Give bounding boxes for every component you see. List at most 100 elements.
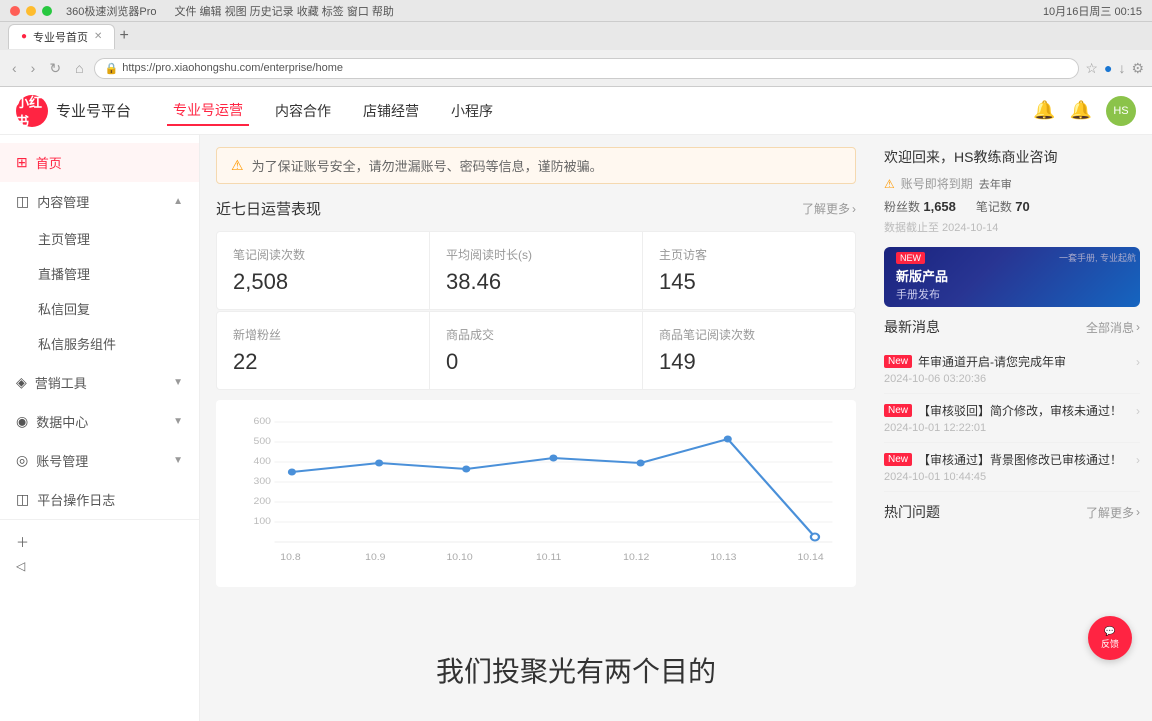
news-item-date-1: 2024-10-01 12:22:01: [884, 422, 1140, 434]
performance-more-link[interactable]: 了解更多 ›: [802, 200, 856, 217]
address-bar[interactable]: 🔒 https://pro.xiaohongshu.com/enterprise…: [94, 58, 1080, 79]
news-item-2[interactable]: New 【审核通过】背景图修改已审核通过！ › 2024-10-01 10:44…: [884, 443, 1140, 492]
sidebar-subitem-dm-service[interactable]: 私信服务组件: [0, 326, 199, 361]
feedback-label: 反馈: [1101, 637, 1119, 650]
stats-label-1: 平均阅读时长(s): [446, 246, 626, 263]
news-item-header-0: New 年审通道开启-请您完成年审 ›: [884, 353, 1140, 370]
content-icon: ◫: [16, 193, 29, 210]
bell-icon[interactable]: 🔔: [1033, 100, 1055, 121]
nav-item-operations[interactable]: 专业号运营: [167, 96, 249, 126]
avatar[interactable]: HS: [1106, 96, 1136, 126]
sidebar-log-label: 平台操作日志: [37, 490, 115, 509]
warning-banner: ⚠ 为了保证账号安全，请勿泄漏账号、密码等信息，谨防被骗。: [216, 147, 856, 184]
stats-card-5: 商品笔记阅读次数 149: [643, 312, 855, 389]
fans-value: 1,658: [923, 199, 956, 214]
logo-area: 小红书 专业号平台: [16, 95, 131, 127]
svg-text:100: 100: [254, 517, 272, 527]
new-tab-button[interactable]: +: [119, 27, 128, 45]
minimize-dot[interactable]: [26, 6, 36, 16]
news-item-arrow-2: ›: [1136, 453, 1140, 467]
nav-item-content[interactable]: 内容合作: [269, 97, 337, 125]
download-icon[interactable]: ↓: [1118, 60, 1125, 76]
home-button[interactable]: ⌂: [71, 58, 87, 78]
data-date: 数据截止至 2024-10-14: [884, 219, 1140, 235]
hot-title: 热门问题: [884, 502, 940, 522]
stats-label-5: 商品笔记阅读次数: [659, 326, 839, 343]
sidebar-home-label: 首页: [36, 153, 62, 172]
renew-link[interactable]: 去年审: [979, 176, 1012, 192]
stats-label-0: 笔记阅读次数: [233, 246, 413, 263]
stats-card-2: 主页访客 145: [643, 232, 855, 309]
stats-value-1: 38.46: [446, 269, 626, 295]
lock-icon: 🔒: [105, 62, 119, 75]
sidebar-data-label: 数据中心: [36, 412, 88, 431]
data-icon: ◉: [16, 413, 28, 430]
sidebar-subitem-dm[interactable]: 私信回复: [0, 291, 199, 326]
collapse-icon: ◁: [16, 559, 25, 573]
sidebar-item-marketing[interactable]: ◈ 营销工具 ▼: [0, 363, 199, 402]
news-item-0[interactable]: New 年审通道开启-请您完成年审 › 2024-10-06 03:20:36: [884, 345, 1140, 394]
browser-name: 360极速浏览器Pro: [66, 3, 156, 19]
news-item-title-0: 年审通道开启-请您完成年审: [918, 353, 1130, 370]
news-item-1[interactable]: New 【审核驳回】简介修改，审核未通过！ › 2024-10-01 12:22…: [884, 394, 1140, 443]
stats-card-3: 新增粉丝 22: [217, 312, 429, 389]
svg-text:10.14: 10.14: [798, 553, 825, 563]
sidebar-item-account[interactable]: ◎ 账号管理 ▼: [0, 441, 199, 480]
refresh-button[interactable]: ↻: [45, 58, 65, 79]
close-dot[interactable]: [10, 6, 20, 16]
notification-icon[interactable]: 🔔: [1070, 100, 1092, 121]
svg-text:600: 600: [254, 417, 272, 427]
collapse-button[interactable]: ◁: [16, 559, 183, 573]
sidebar-account-label: 账号管理: [36, 451, 88, 470]
chart-area: 600 500 400 300 200 100: [216, 400, 856, 587]
app-container: 小红书 专业号平台 专业号运营 内容合作 店铺经营 小程序 🔔 🔔 HS ⊞ 首…: [0, 87, 1152, 721]
news-arrow-icon: ›: [1136, 320, 1140, 334]
news-title: 最新消息: [884, 317, 940, 337]
feedback-button[interactable]: 💬 反馈: [1088, 616, 1132, 660]
news-item-arrow-1: ›: [1136, 404, 1140, 418]
stats-card-1: 平均阅读时长(s) 38.46: [430, 232, 642, 309]
news-all-link[interactable]: 全部消息 ›: [1086, 319, 1140, 336]
news-item-date-2: 2024-10-01 10:44:45: [884, 471, 1140, 483]
sidebar-marketing-label: 营销工具: [35, 373, 87, 392]
nav-item-store[interactable]: 店铺经营: [357, 97, 425, 125]
warning-text: 为了保证账号安全，请勿泄漏账号、密码等信息，谨防被骗。: [252, 156, 603, 175]
mac-titlebar: 360极速浏览器Pro 文件 编辑 视图 历史记录 收藏 标签 窗口 帮助 10…: [0, 0, 1152, 22]
news-item-arrow-0: ›: [1136, 355, 1140, 369]
tools-icon[interactable]: ⚙: [1131, 60, 1144, 77]
stats-label-3: 新增粉丝: [233, 326, 413, 343]
new-badge-2: New: [884, 453, 912, 466]
sidebar-item-log[interactable]: ◫ 平台操作日志: [0, 480, 199, 519]
tab-close-button[interactable]: ✕: [94, 31, 102, 42]
sidebar-subitem-homepage[interactable]: 主页管理: [0, 221, 199, 256]
news-item-date-0: 2024-10-06 03:20:36: [884, 373, 1140, 385]
chevron-down-icon3: ▼: [173, 455, 183, 466]
new-version-badge: NEW: [896, 252, 925, 264]
nav-item-miniapp[interactable]: 小程序: [445, 97, 499, 125]
tab-bar: ● 专业号首页 ✕ +: [0, 22, 1152, 50]
extension-icon[interactable]: ●: [1104, 60, 1112, 76]
notes-stat: 笔记数 70: [976, 198, 1030, 215]
active-tab[interactable]: ● 专业号首页 ✕: [8, 24, 115, 49]
bookmark-icon[interactable]: ☆: [1085, 60, 1098, 77]
menu-items: 文件 编辑 视图 历史记录 收藏 标签 窗口 帮助: [174, 3, 393, 19]
sidebar-item-home[interactable]: ⊞ 首页: [0, 143, 199, 182]
browser-toolbar: ‹ › ↻ ⌂ 🔒 https://pro.xiaohongshu.com/en…: [0, 50, 1152, 86]
hot-more-link[interactable]: 了解更多 ›: [1086, 504, 1140, 521]
sidebar-subitem-live[interactable]: 直播管理: [0, 256, 199, 291]
chevron-down-icon: ▼: [173, 377, 183, 388]
sidebar-item-content[interactable]: ◫ 内容管理 ▲: [0, 182, 199, 221]
chevron-up-icon: ▲: [173, 196, 183, 207]
svg-text:10.12: 10.12: [623, 553, 649, 563]
news-all-text: 全部消息: [1086, 319, 1134, 336]
back-button[interactable]: ‹: [8, 58, 21, 78]
add-button[interactable]: ＋: [16, 532, 183, 551]
expire-warning-icon: ⚠: [884, 177, 895, 191]
promo-banner[interactable]: NEW 新版产品 手册发布 一套手册, 专业起航: [884, 247, 1140, 307]
forward-button[interactable]: ›: [27, 58, 40, 78]
log-icon: ◫: [16, 491, 29, 508]
time-display: 10月16日周三 00:15: [1043, 3, 1142, 19]
maximize-dot[interactable]: [42, 6, 52, 16]
sidebar-item-data[interactable]: ◉ 数据中心 ▼: [0, 402, 199, 441]
stats-value-3: 22: [233, 349, 413, 375]
